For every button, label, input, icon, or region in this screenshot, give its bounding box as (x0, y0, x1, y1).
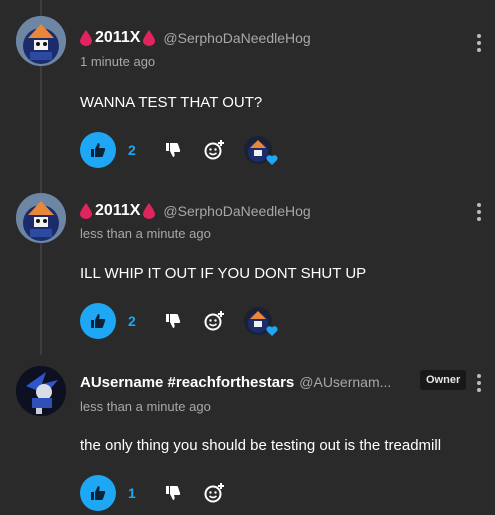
add-reaction-button[interactable] (204, 482, 226, 504)
thumbs-up-icon (91, 486, 106, 500)
dislike-button[interactable] (164, 312, 182, 330)
add-reaction-button[interactable] (204, 139, 226, 161)
reaction-avatar[interactable] (244, 307, 278, 336)
comment-actions: 2 (80, 132, 278, 168)
comment-text: ILL WHIP IT OUT IF YOU DONT SHUT UP (80, 265, 367, 282)
more-options-icon[interactable] (476, 34, 482, 54)
display-name[interactable]: 2011X (95, 29, 140, 47)
timestamp: less than a minute ago (80, 226, 211, 241)
like-count: 2 (128, 313, 136, 329)
heart-icon (266, 155, 278, 165)
display-name[interactable]: 2011X (95, 202, 140, 220)
avatar[interactable] (16, 16, 66, 66)
add-reaction-icon (204, 140, 224, 160)
like-count: 1 (128, 485, 136, 501)
thumbs-up-icon (91, 314, 106, 328)
user-handle[interactable]: @SerphoDaNeedleHog (163, 30, 310, 46)
comment-header: 2011X @SerphoDaNeedleHog (80, 26, 311, 50)
thumbs-up-icon (91, 143, 106, 157)
comment-text: WANNA TEST THAT OUT? (80, 94, 263, 111)
owner-badge: Owner (420, 370, 467, 390)
avatar[interactable] (16, 366, 66, 416)
blood-drop-icon (80, 30, 92, 46)
timestamp: less than a minute ago (80, 399, 211, 414)
reaction-avatar[interactable] (244, 136, 278, 165)
thumbs-down-icon (166, 314, 181, 328)
avatar[interactable] (16, 193, 66, 243)
like-button[interactable] (80, 475, 116, 511)
comment-header: 2011X @SerphoDaNeedleHog (80, 199, 311, 223)
more-options-icon[interactable] (476, 203, 482, 223)
display-name[interactable]: AUsername #reachforthestars (80, 374, 294, 391)
add-reaction-button[interactable] (204, 310, 226, 332)
user-handle[interactable]: @SerphoDaNeedleHog (163, 203, 310, 219)
blood-drop-icon (80, 203, 92, 219)
timestamp: 1 minute ago (80, 54, 156, 69)
like-count: 2 (128, 142, 136, 158)
user-handle[interactable]: @AUsernam... (299, 374, 391, 390)
blood-drop-icon (143, 203, 156, 219)
dislike-button[interactable] (164, 141, 182, 159)
thumbs-down-icon (166, 143, 181, 157)
thumbs-down-icon (166, 486, 181, 500)
more-options-icon[interactable] (476, 374, 482, 394)
comment-header: AUsername #reachforthestars @AUsernam... (80, 370, 391, 394)
comment-text: the only thing you should be testing out… (80, 437, 442, 454)
dislike-button[interactable] (164, 484, 182, 502)
add-reaction-icon (204, 483, 224, 503)
like-button[interactable] (80, 303, 116, 339)
comment-actions: 2 (80, 303, 278, 339)
blood-drop-icon (143, 30, 156, 46)
add-reaction-icon (204, 311, 224, 331)
like-button[interactable] (80, 132, 116, 168)
heart-icon (266, 326, 278, 336)
comment-actions: 1 (80, 475, 226, 511)
